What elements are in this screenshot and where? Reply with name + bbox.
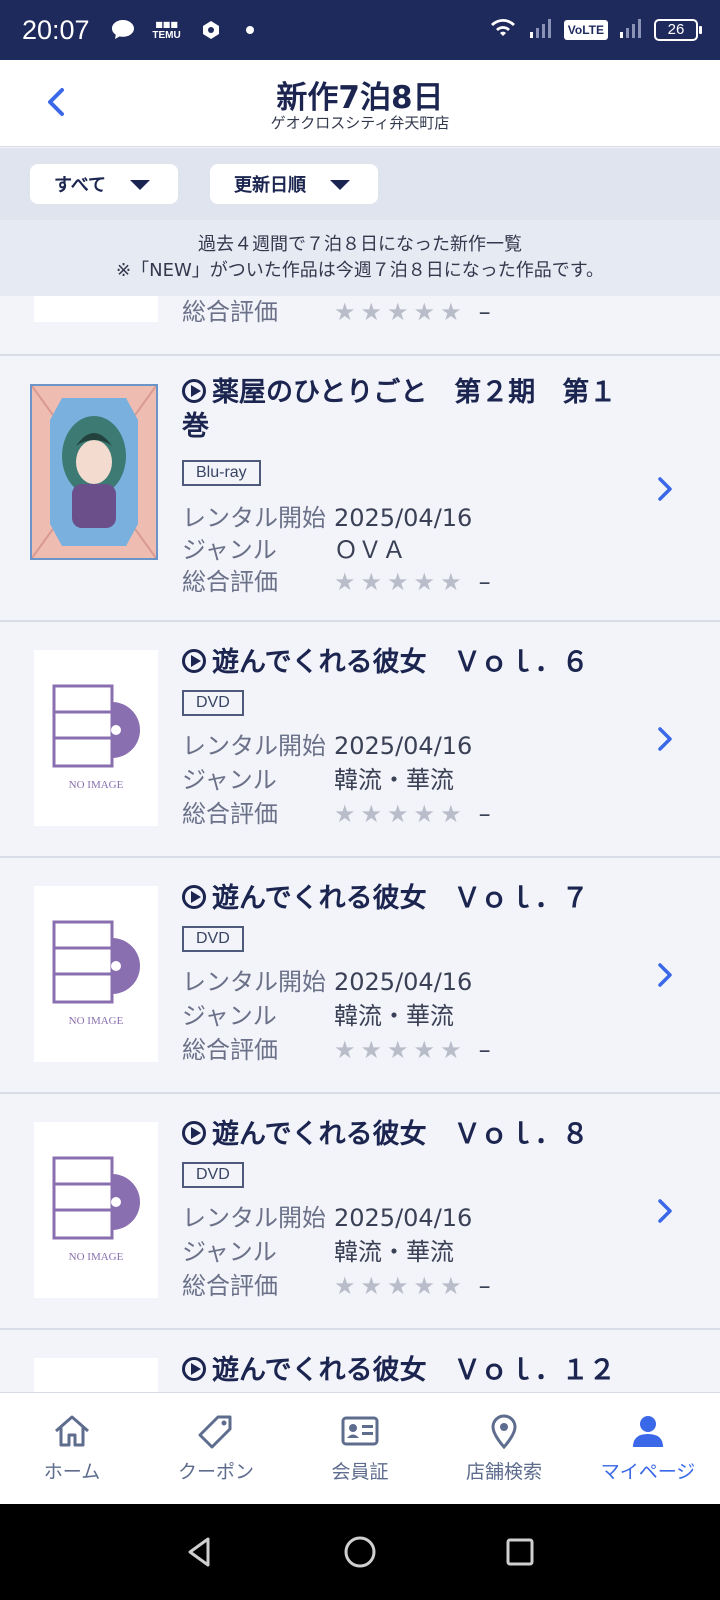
store-name: ゲオクロスシティ弁天町店 [270,114,450,132]
play-icon [182,1357,206,1381]
genre-row: ジャンル ＯＶＡ [182,536,406,564]
genre-row: ジャンル 韓流・華流 [182,766,454,794]
rating-row: 総合評価 ★★★★★ – [182,568,491,596]
signal-icon [528,16,554,44]
app-header: 新作7泊8日 ゲオクロスシティ弁天町店 [0,60,720,147]
play-icon [182,649,206,673]
rating-stars: ★★★★★ [334,298,467,326]
tab-my-page[interactable]: マイページ [576,1393,720,1504]
home-icon [55,1415,89,1447]
rating-stars: ★★★★★ [334,1272,467,1300]
chevron-right-icon [658,963,672,987]
status-bar: 20:07 ■■■ TEMU VoLTE 26 [0,0,720,60]
svg-text:NO IMAGE: NO IMAGE [69,1251,124,1263]
category-dropdown-label: すべて [54,175,107,196]
wifi-icon [488,16,518,44]
cover-image [34,296,158,322]
no-image-placeholder: NO IMAGE [34,650,158,826]
format-badge: Blu-ray [182,460,261,486]
notice-line-1: 過去４週間で７泊８日になった新作一覧 [198,234,522,255]
rating-row: 総合評価 ★★★★★ – [182,1036,491,1064]
item-title: 遊んでくれる彼女 Ｖｏｌ．７ [182,882,640,916]
rating-stars: ★★★★★ [334,1036,467,1064]
volte-badge: VoLTE [563,20,608,40]
nav-home-icon[interactable] [342,1534,378,1570]
tab-store-search[interactable]: 店舗検索 [432,1393,576,1504]
dropdown-arrow-icon [330,180,350,190]
nav-back-icon[interactable] [182,1534,218,1570]
rental-start-row: レンタル開始 2025/04/16 [182,504,473,532]
dropdown-arrow-icon [130,180,150,190]
rental-start-row: レンタル開始 2025/04/16 [182,732,473,760]
tab-member-card[interactable]: 会員証 [288,1393,432,1504]
item-title: 薬屋のひとりごと 第２期 第１巻 [182,377,617,442]
list-item[interactable]: NO IMAGE 遊んでくれる彼女 Ｖｏｌ．６ DVD レンタル開始 2025/0… [0,622,720,858]
item-title: 遊んでくれる彼女 Ｖｏｌ．１２ [182,1354,640,1388]
category-dropdown[interactable]: すべて [30,164,178,204]
list-item[interactable]: NO IMAGE 遊んでくれる彼女 Ｖｏｌ．７ DVD レンタル開始 2025/0… [0,858,720,1094]
genre-row: ジャンル 韓流・華流 [182,1002,454,1030]
chevron-right-icon [658,1199,672,1223]
system-nav-bar [0,1504,720,1600]
svg-text:NO IMAGE: NO IMAGE [69,1015,124,1027]
notice-banner: 過去４週間で７泊８日になった新作一覧 ※「NEW」がついた作品は今週７泊８日にな… [0,220,720,296]
list-item[interactable]: 遊んでくれる彼女 Ｖｏｌ．１２ [0,1330,720,1392]
tab-coupon[interactable]: クーポン [144,1393,288,1504]
chat-bubble-icon [108,15,138,45]
temu-app-icon: ■■■ TEMU [152,19,181,41]
cover-image [30,384,158,560]
item-title: 遊んでくれる彼女 Ｖｏｌ．８ [182,1118,640,1152]
member-card-icon [341,1416,379,1446]
rating-stars: ★★★★★ [334,800,467,828]
chevron-right-icon [658,477,672,501]
more-notifications-dot [245,26,254,34]
format-badge: DVD [182,690,244,716]
no-image-placeholder: NO IMAGE [34,886,158,1062]
rating-row: 総合評価 ★★★★★ – [182,800,491,828]
app-notification-icon [196,15,226,45]
nav-recents-icon[interactable] [502,1534,538,1570]
sort-dropdown[interactable]: 更新日順 [210,164,378,204]
status-time: 20:07 [22,14,90,45]
no-image-placeholder [34,1358,158,1392]
play-icon [182,1121,206,1145]
tab-home[interactable]: ホーム [0,1393,144,1504]
coupon-icon [198,1415,232,1449]
svg-text:NO IMAGE: NO IMAGE [69,779,124,791]
battery-indicator: 26 [654,19,702,41]
rental-start-row: レンタル開始 2025/04/16 [182,968,473,996]
bottom-tab-bar: ホーム クーポン 会員証 店舗検索 マイページ [0,1392,720,1504]
page-title: 新作7泊8日 [276,80,444,116]
play-icon [182,885,206,909]
rating-row: 総合評価 ★★★★★ – [182,298,491,326]
sort-dropdown-label: 更新日順 [234,175,306,196]
location-pin-icon [491,1414,517,1449]
chevron-right-icon [658,727,672,751]
format-badge: DVD [182,926,244,952]
title-list: 総合評価 ★★★★★ – 薬屋のひとりごと 第２期 第１巻 Blu-ray レンタル… [0,296,720,1392]
list-item[interactable]: 総合評価 ★★★★★ – [0,296,720,356]
play-icon [182,379,206,403]
item-title: 遊んでくれる彼女 Ｖｏｌ．６ [182,646,640,680]
person-icon [633,1416,663,1447]
list-item[interactable]: 薬屋のひとりごと 第２期 第１巻 Blu-ray レンタル開始 2025/04/1… [0,356,720,622]
list-item[interactable]: NO IMAGE 遊んでくれる彼女 Ｖｏｌ．８ DVD レンタル開始 2025/0… [0,1094,720,1330]
rating-stars: ★★★★★ [334,568,467,596]
no-image-placeholder: NO IMAGE [34,1122,158,1298]
filter-bar: すべて 更新日順 [0,148,720,220]
genre-row: ジャンル 韓流・華流 [182,1238,454,1266]
format-badge: DVD [182,1162,244,1188]
signal-icon-2 [618,16,644,44]
notice-line-2: ※「NEW」がついた作品は今週７泊８日になった作品です。 [116,260,604,281]
rental-start-row: レンタル開始 2025/04/16 [182,1204,473,1232]
rating-row: 総合評価 ★★★★★ – [182,1272,491,1300]
